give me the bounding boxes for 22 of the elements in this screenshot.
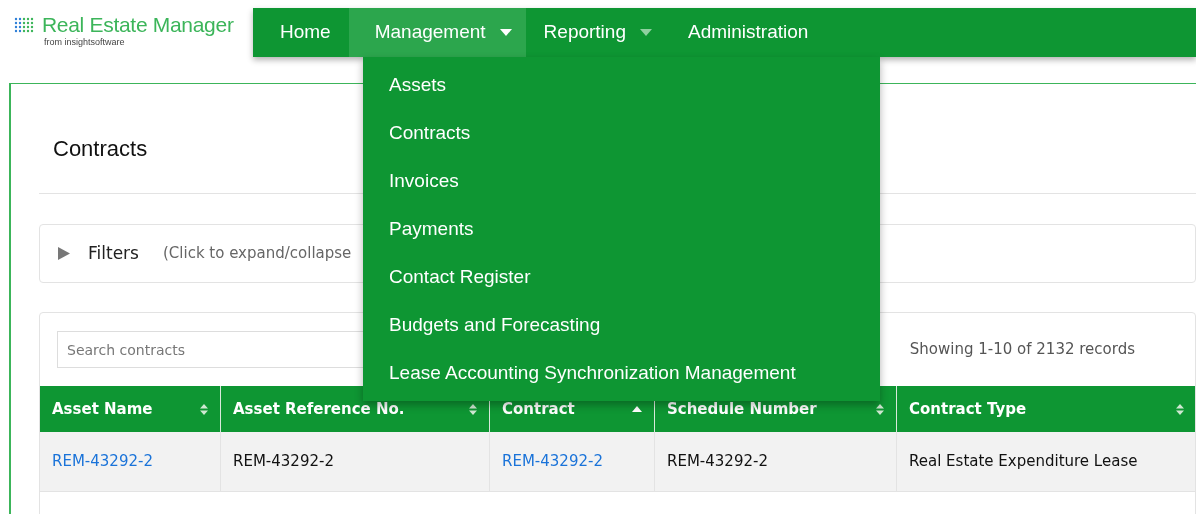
nav-item[interactable]: Administration	[670, 8, 827, 57]
logo-tagline: from insightsoftware	[43, 38, 126, 47]
filters-hint: (Click to expand/collapse	[162, 243, 352, 265]
menu-item[interactable]: Assets	[363, 61, 880, 109]
nav-item[interactable]: Reporting	[525, 8, 670, 57]
table-link[interactable]: REM-43292-2	[502, 450, 603, 473]
menu-item[interactable]: Invoices	[363, 157, 880, 205]
nav-item[interactable]: Management	[348, 8, 526, 57]
table-cell-text: REM-43292-2	[233, 451, 334, 473]
nav-item[interactable]: Home	[262, 8, 349, 57]
menu-item[interactable]: Contact Register	[363, 253, 880, 301]
records-count: Showing 1-10 of 2132 records	[909, 339, 1135, 361]
menu-item[interactable]: Contracts	[363, 109, 880, 157]
page-title: Contracts	[53, 135, 148, 163]
menu-item[interactable]: Payments	[363, 205, 880, 253]
logo-icon	[14, 16, 34, 33]
app-logo-name: Real Estate Manager	[42, 14, 234, 35]
table-cell-text: Real Estate Expenditure Lease	[909, 451, 1138, 473]
table-cell-text: REM-43292-2	[667, 451, 768, 473]
filters-label: Filters	[88, 241, 139, 265]
table-link[interactable]: REM-43292-2	[52, 450, 153, 473]
caret-right-icon	[58, 247, 70, 260]
